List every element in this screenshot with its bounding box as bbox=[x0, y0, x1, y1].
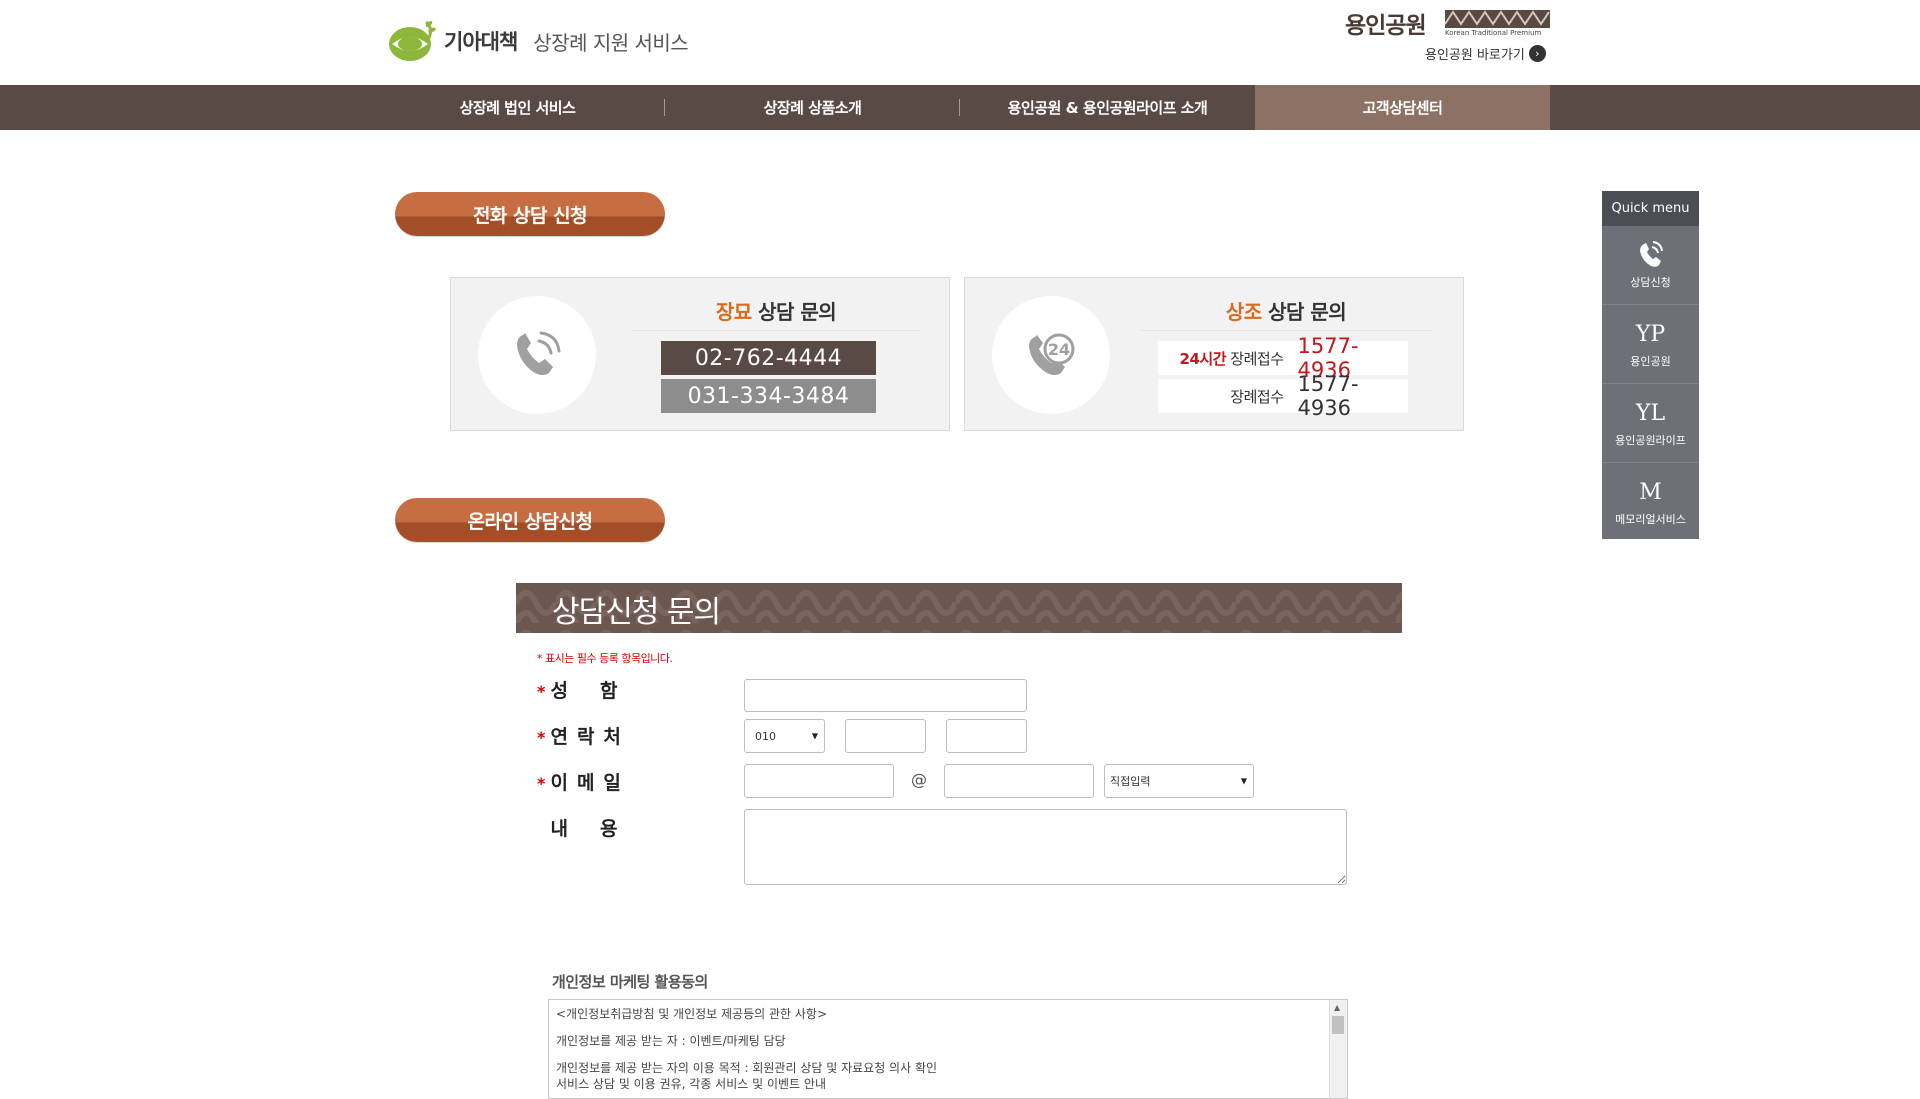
brand-tagline: Korean Traditional Premium bbox=[1445, 29, 1542, 37]
burial-phone-number-1[interactable]: 02-762-4444 bbox=[661, 341, 876, 375]
email-id-input[interactable] bbox=[744, 764, 894, 798]
privacy-line: 서비스 상담 및 이용 권유, 각종 서비스 및 이벤트 안내 bbox=[556, 1077, 826, 1091]
quick-menu-label: 용인공원 bbox=[1630, 354, 1671, 368]
logo-subtitle: 상장례 지원 서비스 bbox=[533, 30, 689, 55]
nav-item-corporate-service[interactable]: 상장례 법인 서비스 bbox=[370, 85, 665, 130]
form-banner: 상담신청 문의 bbox=[516, 583, 1402, 633]
privacy-line: <개인정보취급방침 및 개인정보 제공등의 관한 사항> bbox=[556, 1007, 828, 1021]
email-domain-select[interactable]: 직접입력 ▼ bbox=[1104, 764, 1254, 798]
nav-item-about[interactable]: 용인공원 & 용인공원라이프 소개 bbox=[960, 85, 1255, 130]
phone-section-heading-label: 전화 상담 신청 bbox=[472, 204, 588, 227]
content-label: * 내용 bbox=[550, 818, 650, 840]
arrow-right-icon: › bbox=[1528, 45, 1546, 62]
privacy-line: 개인정보를 제공 받는 자의 이용 목적 : 회원관리 상담 및 자료요청 의사… bbox=[556, 1061, 938, 1075]
funeral-consult-box: 24 상조 상담 문의 24시간 장례접수 1577-4936 장례접수 157… bbox=[964, 277, 1464, 431]
online-section-heading-label: 온라인 상담신청 bbox=[467, 510, 593, 533]
quick-menu-label: 메모리얼서비스 bbox=[1615, 512, 1686, 526]
name-input[interactable] bbox=[744, 679, 1027, 712]
form-title: 상담신청 문의 bbox=[552, 595, 721, 630]
online-section-heading: 온라인 상담신청 bbox=[395, 498, 665, 542]
quick-menu-yongin-life[interactable]: YL 용인공원라이프 bbox=[1602, 384, 1699, 463]
privacy-scrollbar[interactable]: ▲ bbox=[1329, 1000, 1347, 1098]
funeral-row-label: 장례접수 bbox=[1230, 387, 1284, 406]
yongin-park-brand: 용인공원 Korean Traditional Premium 용인공원 바로가… bbox=[1345, 6, 1550, 66]
burial-consult-box: 장묘 상담 문의 02-762-4444 031-334-3484 bbox=[450, 277, 950, 431]
phone-middle-input[interactable] bbox=[845, 719, 926, 753]
quick-menu-consult[interactable]: 상담신청 bbox=[1602, 226, 1699, 305]
email-domain-input[interactable] bbox=[944, 764, 1094, 798]
fish-leaf-logo-icon bbox=[388, 18, 438, 64]
phone-prefix-select[interactable]: 010 ▼ bbox=[744, 719, 825, 753]
quick-menu-memorial[interactable]: M 메모리얼서비스 bbox=[1602, 463, 1699, 541]
nav-item-label: 상장례 상품소개 bbox=[763, 99, 862, 117]
funeral-phone-number-2[interactable]: 1577-4936 bbox=[1298, 372, 1409, 420]
burial-title-rest: 상담 문의 bbox=[751, 300, 837, 324]
funeral-consult-title: 상조 상담 문의 bbox=[1141, 296, 1431, 325]
funeral-title-highlight: 상조 bbox=[1225, 300, 1262, 324]
logo-name: 기아대책 bbox=[444, 30, 518, 54]
funeral-row-label: 장례접수 bbox=[1230, 349, 1284, 368]
funeral-row-24h: 24시간 장례접수 1577-4936 bbox=[1158, 334, 1408, 382]
phone-icon bbox=[478, 296, 596, 414]
content-textarea[interactable] bbox=[744, 809, 1347, 885]
email-label: * 이메일 bbox=[537, 772, 630, 794]
funeral-row-regular: 장례접수 1577-4936 bbox=[1158, 372, 1408, 420]
phone-last-input[interactable] bbox=[946, 719, 1027, 753]
phone-section-heading: 전화 상담 신청 bbox=[395, 192, 665, 236]
site-logo[interactable]: 기아대책 상장례 지원 서비스 bbox=[388, 16, 689, 66]
privacy-title: 개인정보 마케팅 활용동의 bbox=[552, 973, 708, 991]
quick-menu-abbr: M bbox=[1639, 479, 1662, 505]
label-24h: 24시간 bbox=[1179, 349, 1227, 368]
scroll-up-icon[interactable]: ▲ bbox=[1334, 1003, 1340, 1012]
email-domain-value: 직접입력 bbox=[1110, 775, 1151, 788]
phone-label: * 연락처 bbox=[537, 726, 630, 748]
nav-item-label: 상장례 법인 서비스 bbox=[459, 99, 576, 117]
scroll-thumb[interactable] bbox=[1332, 1016, 1344, 1034]
funeral-title-rest: 상담 문의 bbox=[1261, 300, 1347, 324]
phone-prefix-value: 010 bbox=[755, 729, 776, 743]
privacy-line: 개인정보를 제공 받는 자 : 이벤트/마케팅 담당 bbox=[556, 1034, 786, 1048]
brand-title: 용인공원 bbox=[1345, 13, 1427, 39]
main-nav: 상장례 법인 서비스 상장례 상품소개 용인공원 & 용인공원라이프 소개 고객… bbox=[0, 85, 1920, 130]
nav-item-label: 용인공원 & 용인공원라이프 소개 bbox=[1007, 99, 1208, 117]
chevron-down-icon: ▼ bbox=[811, 731, 818, 741]
nav-item-label: 고객상담센터 bbox=[1362, 99, 1443, 117]
quick-menu-label: 상담신청 bbox=[1630, 275, 1671, 289]
email-at-sign: @ bbox=[911, 770, 927, 789]
quick-menu-yongin-park[interactable]: YP 용인공원 bbox=[1602, 305, 1699, 384]
quick-menu-title: Quick menu bbox=[1602, 191, 1699, 226]
nav-item-customer-center[interactable]: 고객상담센터 bbox=[1255, 85, 1550, 130]
privacy-text-box[interactable]: <개인정보취급방침 및 개인정보 제공등의 관한 사항> 개인정보를 제공 받는… bbox=[548, 999, 1348, 1099]
burial-consult-title: 장묘 상담 문의 bbox=[631, 296, 921, 325]
name-label: * 성함 bbox=[537, 680, 650, 702]
quick-menu: Quick menu 상담신청 YP 용인공원 YL 용인공원라이프 M 메모리… bbox=[1602, 191, 1699, 539]
phone-24-icon: 24 bbox=[992, 296, 1110, 414]
svg-text:24: 24 bbox=[1048, 340, 1070, 359]
required-note: * 표시는 필수 등록 항목입니다. bbox=[537, 652, 673, 665]
phone-icon bbox=[1638, 240, 1664, 271]
brand-link[interactable]: 용인공원 바로가기 › bbox=[1425, 44, 1546, 63]
burial-phone-number-2[interactable]: 031-334-3484 bbox=[661, 379, 876, 413]
burial-title-highlight: 장묘 bbox=[715, 300, 752, 324]
quick-menu-label: 용인공원라이프 bbox=[1615, 433, 1686, 447]
nav-item-products[interactable]: 상장례 상품소개 bbox=[665, 85, 960, 130]
brand-link-label: 용인공원 바로가기 bbox=[1425, 48, 1525, 63]
quick-menu-abbr: YL bbox=[1635, 400, 1666, 426]
quick-menu-abbr: YP bbox=[1635, 321, 1666, 347]
chevron-down-icon: ▼ bbox=[1240, 776, 1247, 786]
